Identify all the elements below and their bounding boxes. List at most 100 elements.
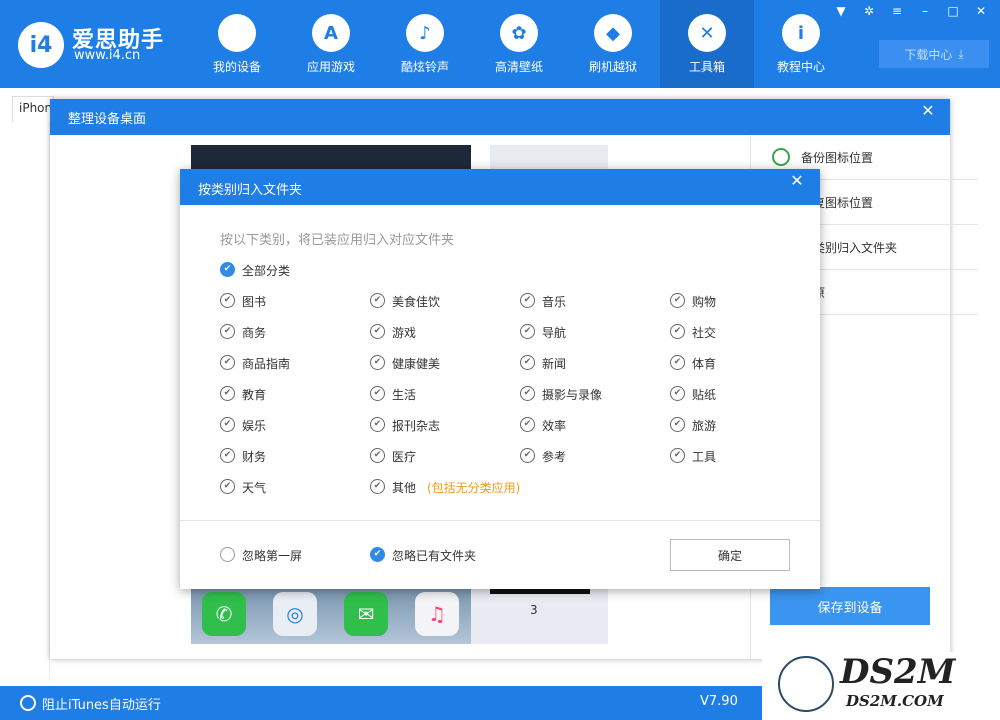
skin-icon[interactable]: ▼ bbox=[832, 4, 850, 18]
nav-wallpapers[interactable]: ✿ 高清壁纸 bbox=[472, 0, 566, 88]
category-label: 娱乐 bbox=[242, 419, 267, 433]
category-label: 社交 bbox=[692, 326, 717, 340]
ignore-first-screen-radio[interactable] bbox=[220, 547, 235, 562]
messages-icon: ✉ bbox=[344, 592, 388, 636]
nav-toolbox[interactable]: ✕ 工具箱 bbox=[660, 0, 754, 88]
organize-desktop-title: 整理设备桌面 bbox=[68, 112, 147, 127]
menu-icon[interactable]: ≡ bbox=[888, 4, 906, 18]
category-checkbox[interactable]: ✔ bbox=[220, 448, 235, 463]
category-label: 图书 bbox=[242, 295, 267, 309]
category-checkbox[interactable]: ✔ bbox=[370, 293, 385, 308]
category-label: 生活 bbox=[392, 388, 417, 402]
category-checkbox[interactable]: ✔ bbox=[220, 417, 235, 432]
category-label: 体育 bbox=[692, 357, 717, 371]
device-tab[interactable]: iPhone bbox=[12, 96, 54, 122]
download-center-label: 下载中心 bbox=[904, 47, 953, 62]
nav-label: 应用游戏 bbox=[306, 60, 355, 74]
category-checkbox[interactable]: ✔ bbox=[220, 355, 235, 370]
category-checkbox[interactable]: ✔ bbox=[370, 417, 385, 432]
page-number: 3 bbox=[530, 603, 538, 617]
category-label: 导航 bbox=[542, 326, 567, 340]
close-icon[interactable]: ✕ bbox=[972, 4, 990, 18]
category-label: 贴纸 bbox=[692, 388, 717, 402]
brand-url: www.i4.cn bbox=[74, 48, 141, 63]
category-checkbox[interactable]: ✔ bbox=[520, 448, 535, 463]
category-checkbox[interactable]: ✔ bbox=[220, 293, 235, 308]
all-categories-label: 全部分类 bbox=[242, 264, 291, 278]
category-checkbox[interactable]: ✔ bbox=[220, 386, 235, 401]
watermark-text: DS2M bbox=[840, 652, 956, 692]
category-checkbox[interactable]: ✔ bbox=[670, 355, 685, 370]
nav-label: 高清壁纸 bbox=[494, 60, 543, 74]
minimize-icon[interactable]: – bbox=[916, 4, 934, 18]
watermark-url: DS2M.COM bbox=[846, 692, 944, 710]
dialog-divider bbox=[180, 520, 820, 521]
itunes-block-label: 阻止iTunes自动运行 bbox=[42, 698, 161, 713]
watermark-logo-icon bbox=[778, 656, 834, 712]
nav-label: 教程中心 bbox=[776, 60, 825, 74]
category-checkbox[interactable]: ✔ bbox=[520, 417, 535, 432]
nav-label: 酷炫铃声 bbox=[400, 60, 449, 74]
category-checkbox[interactable]: ✔ bbox=[370, 386, 385, 401]
ignore-first-screen-label: 忽略第一屏 bbox=[242, 549, 303, 563]
nav-flash-jailbreak[interactable]: ◆ 刷机越狱 bbox=[566, 0, 660, 88]
bell-icon: ♪ bbox=[406, 14, 444, 52]
nav-label: 工具箱 bbox=[688, 60, 725, 74]
category-label: 新闻 bbox=[542, 357, 567, 371]
category-checkbox[interactable]: ✔ bbox=[220, 324, 235, 339]
background-panel bbox=[0, 122, 50, 682]
category-checkbox[interactable]: ✔ bbox=[370, 355, 385, 370]
category-checkbox[interactable]: ✔ bbox=[520, 386, 535, 401]
category-checkbox[interactable]: ✔ bbox=[670, 293, 685, 308]
itunes-block-radio[interactable] bbox=[20, 695, 36, 711]
category-checkbox[interactable]: ✔ bbox=[370, 448, 385, 463]
category-label: 购物 bbox=[692, 295, 717, 309]
phone-icon: ✆ bbox=[202, 592, 246, 636]
category-checkbox[interactable]: ✔ bbox=[370, 324, 385, 339]
category-label: 旅游 bbox=[692, 419, 717, 433]
download-center-button[interactable]: 下载中心 ⤓ bbox=[879, 40, 989, 68]
category-label: 教育 bbox=[242, 388, 267, 402]
organize-desktop-header bbox=[50, 99, 950, 135]
nav-label: 刷机越狱 bbox=[588, 60, 637, 74]
category-checkbox[interactable]: ✔ bbox=[670, 386, 685, 401]
maximize-icon[interactable]: □ bbox=[944, 4, 962, 18]
category-label: 参考 bbox=[542, 450, 567, 464]
category-label: 游戏 bbox=[392, 326, 417, 340]
settings-icon[interactable]: ✲ bbox=[860, 4, 878, 18]
inner-close-icon[interactable]: ✕ bbox=[787, 171, 807, 190]
all-categories-checkbox[interactable]: ✔ bbox=[220, 262, 235, 277]
save-to-device-button[interactable]: 保存到设备 bbox=[770, 587, 930, 625]
category-checkbox[interactable]: ✔ bbox=[220, 479, 235, 494]
category-label: 摄影与录像 bbox=[542, 388, 603, 402]
category-checkbox[interactable]: ✔ bbox=[520, 355, 535, 370]
category-checkbox[interactable]: ✔ bbox=[670, 324, 685, 339]
safari-icon: ◎ bbox=[273, 592, 317, 636]
confirm-button[interactable]: 确定 bbox=[670, 539, 790, 571]
outer-close-icon[interactable]: ✕ bbox=[918, 101, 938, 120]
category-label: 报刊杂志 bbox=[392, 419, 441, 433]
category-label: 财务 bbox=[242, 450, 267, 464]
category-checkbox[interactable]: ✔ bbox=[670, 417, 685, 432]
dropbox-icon: ◆ bbox=[594, 14, 632, 52]
download-icon: ⤓ bbox=[958, 46, 964, 61]
nav-ringtones[interactable]: ♪ 酷炫铃声 bbox=[378, 0, 472, 88]
ignore-existing-folders-label: 忽略已有文件夹 bbox=[392, 549, 477, 563]
category-checkbox[interactable]: ✔ bbox=[370, 479, 385, 494]
category-checkbox[interactable]: ✔ bbox=[520, 324, 535, 339]
category-label: 工具 bbox=[692, 450, 717, 464]
category-checkbox[interactable]: ✔ bbox=[520, 293, 535, 308]
app-store-icon: A bbox=[312, 14, 350, 52]
tools-icon: ✕ bbox=[688, 14, 726, 52]
window-controls: ▼ ✲ ≡ – □ ✕ bbox=[832, 4, 990, 18]
category-label: 效率 bbox=[542, 419, 567, 433]
category-label: 音乐 bbox=[542, 295, 567, 309]
ignore-existing-folders-checkbox[interactable]: ✔ bbox=[370, 547, 385, 562]
nav-my-device[interactable]: 我的设备 bbox=[190, 0, 284, 88]
nav-apps-games[interactable]: A 应用游戏 bbox=[284, 0, 378, 88]
info-icon: i bbox=[782, 14, 820, 52]
category-label: 其他 bbox=[392, 481, 417, 495]
category-label: 美食佳饮 bbox=[392, 295, 441, 309]
category-label: 商品指南 bbox=[242, 357, 291, 371]
category-checkbox[interactable]: ✔ bbox=[670, 448, 685, 463]
